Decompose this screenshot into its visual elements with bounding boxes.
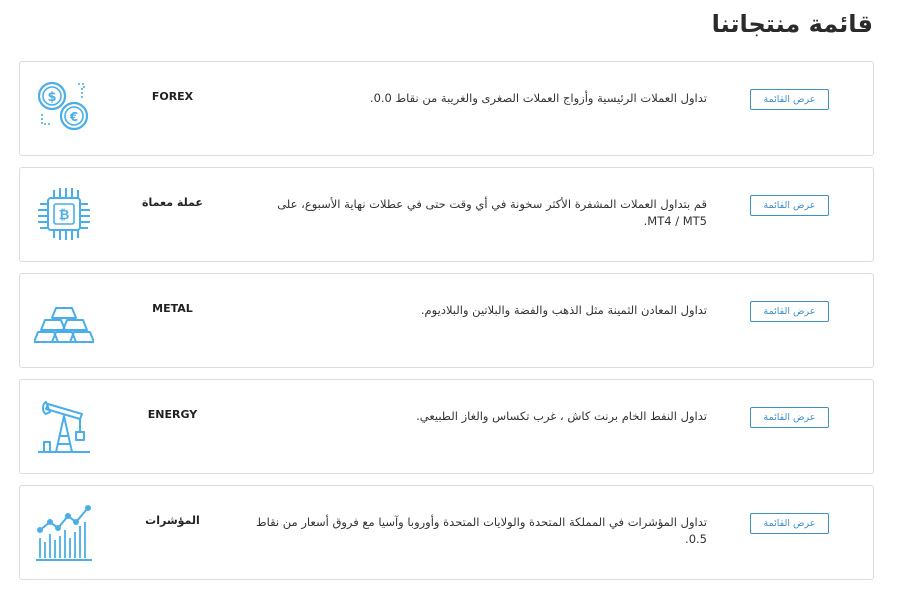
product-card-forex: $ € FOREX تداول العملات الرئيسية وأزواج … bbox=[19, 61, 874, 156]
page-title: قائمة منتجاتنا bbox=[711, 10, 873, 38]
product-description: تداول العملات الرئيسية وأزواج العملات ال… bbox=[369, 91, 707, 105]
svg-text:₿: ₿ bbox=[59, 208, 70, 223]
gold-bars-icon bbox=[34, 290, 94, 350]
view-list-button[interactable]: عرض القائمة bbox=[750, 407, 829, 428]
bitcoin-chip-icon: ₿ bbox=[34, 184, 94, 244]
view-list-button[interactable]: عرض القائمة bbox=[750, 301, 829, 322]
view-list-button[interactable]: عرض القائمة bbox=[750, 195, 829, 216]
product-description: تداول المؤشرات في المملكة المتحدة والولا… bbox=[255, 515, 707, 546]
product-description: قم بتداول العملات المشفرة الأكثر سخونة ف… bbox=[277, 197, 707, 228]
view-list-button[interactable]: عرض القائمة bbox=[750, 89, 829, 110]
oil-pump-icon bbox=[34, 396, 94, 456]
product-list: $ € FOREX تداول العملات الرئيسية وأزواج … bbox=[19, 61, 874, 591]
product-name: FOREX bbox=[151, 90, 194, 103]
product-card-crypto: ₿ عملة معماة قم بتداول العملات المشفرة ا… bbox=[19, 167, 874, 262]
product-description: تداول النفط الخام برنت كاش ، غرب تكساس و… bbox=[416, 409, 707, 423]
view-list-button[interactable]: عرض القائمة bbox=[750, 513, 829, 534]
product-name: عملة معماة bbox=[142, 196, 203, 209]
svg-text:$: $ bbox=[47, 90, 56, 105]
svg-text:€: € bbox=[69, 110, 78, 124]
product-card-energy: ENERGY تداول النفط الخام برنت كاش ، غرب … bbox=[19, 379, 874, 474]
product-name: ENERGY bbox=[147, 408, 198, 421]
product-description: تداول المعادن الثمينة مثل الذهب والفضة و… bbox=[420, 303, 707, 317]
bar-chart-trend-icon bbox=[34, 502, 94, 562]
product-card-metal: METAL تداول المعادن الثمينة مثل الذهب وا… bbox=[19, 273, 874, 368]
currency-coins-icon: $ € bbox=[34, 78, 94, 138]
product-card-indices: المؤشرات تداول المؤشرات في المملكة المتح… bbox=[19, 485, 874, 580]
product-name: المؤشرات bbox=[145, 514, 200, 527]
product-name: METAL bbox=[152, 302, 193, 315]
